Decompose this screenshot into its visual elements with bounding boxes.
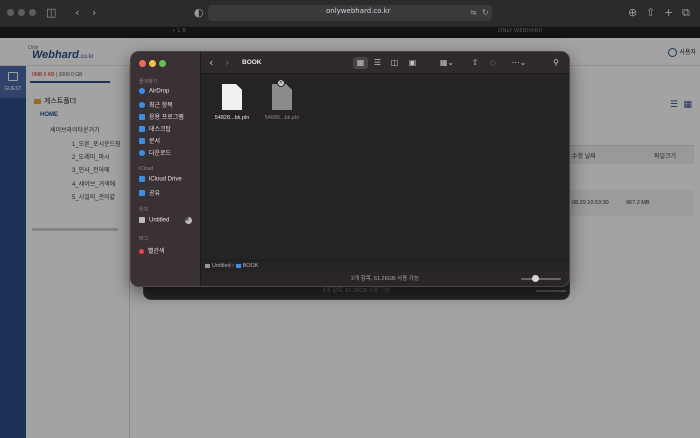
- disk-icon: [139, 217, 145, 223]
- share-icon[interactable]: ⇧: [469, 57, 481, 69]
- cloud-icon: [139, 176, 145, 182]
- file-name: 54686...bk.pln: [264, 115, 300, 121]
- reload-icon[interactable]: ↻: [482, 6, 489, 20]
- no-entry-badge-icon: ×: [277, 79, 285, 87]
- new-tab-icon[interactable]: +: [664, 6, 673, 20]
- finder-back-icon[interactable]: ‹: [209, 56, 213, 70]
- path-bar: Untitled › BOOK: [201, 260, 569, 272]
- clock-icon: [139, 102, 145, 109]
- finder-content: ‹ › BOOK ▦ ☰ ◫ ▣ ▦⌄ ⇧ ◇ ⋯⌄ ⚲ 54828...bk.…: [201, 52, 569, 286]
- disk-usage-icon: [185, 217, 192, 224]
- file-item[interactable]: 54828...bk.pln: [204, 84, 260, 121]
- sidebar-item-label: AirDrop: [149, 88, 170, 95]
- sidebar-item-icloud-drive[interactable]: iCloud Drive: [139, 176, 182, 183]
- locations-header: 위치: [139, 207, 149, 213]
- favorites-header: 즐겨찾기: [139, 79, 158, 85]
- folder-icon: [235, 263, 241, 268]
- shared-folder-icon: [139, 190, 145, 197]
- document-icon: [222, 84, 242, 110]
- finder-zoom-button[interactable]: [159, 60, 166, 67]
- reader-icon[interactable]: ⇋: [470, 6, 477, 20]
- url-text: onlywebhard.co.kr: [326, 7, 391, 15]
- icon-size-slider[interactable]: [521, 278, 561, 280]
- icon-size-slider-knob[interactable]: [532, 275, 539, 282]
- red-tag-icon: [139, 248, 144, 254]
- tag-icon[interactable]: ◇: [487, 57, 499, 69]
- download-icon: [139, 150, 145, 157]
- sidebar-item-desktop[interactable]: 데스크탑: [139, 124, 171, 133]
- finder-forward-icon[interactable]: ›: [225, 56, 229, 70]
- column-view-icon[interactable]: ◫: [388, 57, 401, 69]
- icloud-header: iCloud: [139, 166, 154, 172]
- address-bar[interactable]: onlywebhard.co.kr ⇋ ↻: [208, 5, 492, 21]
- desktop-icon: [139, 126, 145, 133]
- sidebar-item-label: Untitled: [149, 217, 170, 224]
- file-name: 54828...bk.pln: [214, 115, 250, 121]
- sidebar-item-airdrop[interactable]: AirDrop: [139, 88, 169, 95]
- share-icon[interactable]: ⇧: [646, 6, 655, 20]
- gallery-view-icon[interactable]: ▣: [406, 57, 419, 69]
- forward-icon[interactable]: ›: [92, 6, 96, 20]
- finder-toolbar: ‹ › BOOK ▦ ☰ ◫ ▣ ▦⌄ ⇧ ◇ ⋯⌄ ⚲: [201, 52, 569, 74]
- sidebar-item-label: iCloud Drive: [149, 176, 182, 183]
- browser-toolbar: ◫ ‹ › ◐ onlywebhard.co.kr ⇋ ↻ ⊕ ⇧ + ⧉: [0, 0, 700, 26]
- sidebar-item-label: 데스크탑: [149, 127, 172, 133]
- path-item[interactable]: Untitled: [205, 263, 231, 269]
- sidebar-item-label: 최근 항목: [149, 103, 173, 109]
- path-item-label: BOOK: [242, 263, 259, 269]
- finder-window: 즐겨찾기 AirDrop 최근 항목 응용 프로그램 데스크탑 문서 다운로드 …: [131, 52, 569, 286]
- download-icon[interactable]: ⊕: [628, 6, 637, 20]
- search-icon[interactable]: ⚲: [550, 57, 562, 69]
- minimize-window-button[interactable]: [18, 9, 25, 16]
- close-window-button[interactable]: [7, 9, 14, 16]
- document-icon: [139, 138, 145, 145]
- sidebar-toggle-icon[interactable]: ◫: [46, 6, 56, 20]
- more-actions-icon[interactable]: ⋯⌄: [509, 57, 529, 69]
- privacy-shield-icon[interactable]: ◐: [194, 6, 204, 20]
- sidebar-item-label: 빨간색: [148, 249, 165, 255]
- sidebar-item-documents[interactable]: 문서: [139, 136, 160, 145]
- back-icon[interactable]: ‹: [75, 6, 79, 20]
- status-bar: 2개 항목, 61.26GB 사용 가능: [201, 272, 569, 286]
- sidebar-item-label: 공유: [149, 191, 161, 197]
- airdrop-icon: [139, 88, 145, 94]
- sidebar-item-applications[interactable]: 응용 프로그램: [139, 112, 184, 121]
- file-item[interactable]: × 54686...bk.pln: [254, 79, 310, 121]
- path-item[interactable]: BOOK: [235, 263, 259, 269]
- sidebar-item-shared[interactable]: 공유: [139, 188, 160, 197]
- sidebar-item-recents[interactable]: 최근 항목: [139, 100, 173, 109]
- zoom-window-button[interactable]: [29, 9, 36, 16]
- sidebar-item-tag-red[interactable]: 빨간색: [139, 246, 165, 255]
- sidebar-item-label: 다운로드: [149, 151, 172, 157]
- document-icon: [272, 84, 292, 110]
- sidebar-item-label: 문서: [149, 139, 161, 145]
- finder-sidebar: 즐겨찾기 AirDrop 최근 항목 응용 프로그램 데스크탑 문서 다운로드 …: [131, 52, 201, 286]
- sidebar-item-untitled[interactable]: Untitled: [139, 217, 169, 224]
- disk-icon: [205, 263, 210, 268]
- applications-icon: [139, 114, 145, 121]
- icon-view-icon[interactable]: ▦: [353, 57, 368, 69]
- finder-folder-title: BOOK: [242, 59, 262, 66]
- list-view-icon[interactable]: ☰: [371, 57, 384, 69]
- background-zoom-slider: [536, 290, 566, 292]
- tags-header: 태그: [139, 236, 149, 242]
- group-menu-icon[interactable]: ▦⌄: [435, 57, 459, 69]
- tab-overview-icon[interactable]: ⧉: [682, 6, 690, 20]
- finder-minimize-button[interactable]: [149, 60, 156, 67]
- sidebar-item-downloads[interactable]: 다운로드: [139, 148, 171, 157]
- finder-close-button[interactable]: [139, 60, 146, 67]
- sidebar-item-label: 응용 프로그램: [149, 115, 184, 121]
- path-item-label: Untitled: [212, 263, 231, 269]
